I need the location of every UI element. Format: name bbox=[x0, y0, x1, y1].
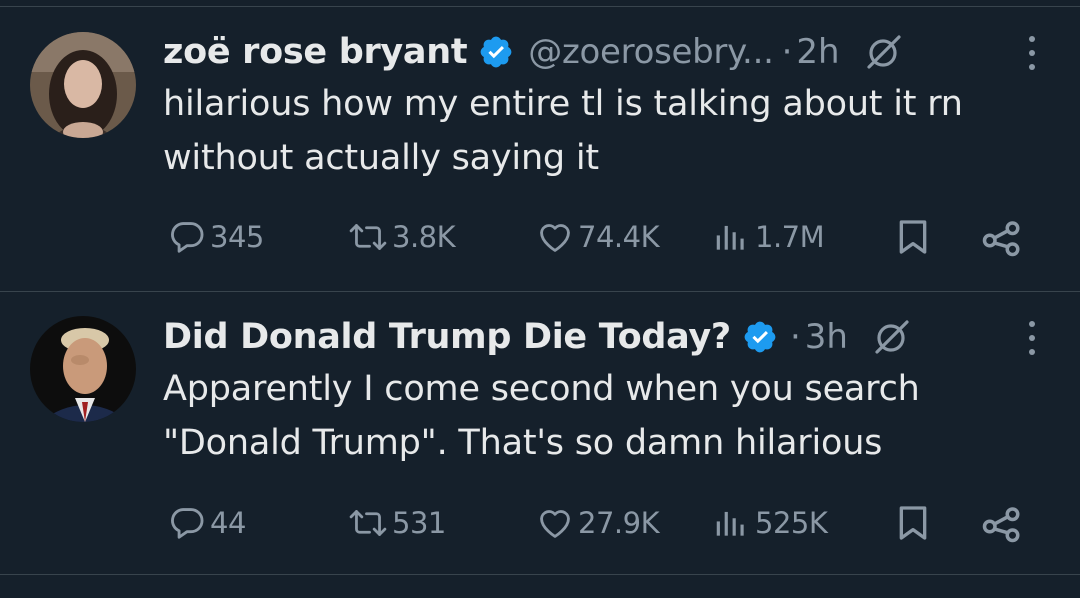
retweet-count: 531 bbox=[392, 506, 446, 540]
share-icon bbox=[982, 221, 1020, 257]
retweet-icon bbox=[349, 224, 387, 250]
timestamp[interactable]: 3h bbox=[805, 317, 848, 357]
tweet-actions: 345 3.8K 74.4K 1.7M bbox=[163, 212, 1033, 262]
views-count: 525K bbox=[755, 506, 828, 540]
bookmark-icon bbox=[899, 220, 927, 254]
share-button[interactable] bbox=[981, 498, 1023, 548]
timestamp[interactable]: 2h bbox=[796, 32, 839, 72]
grok-icon[interactable] bbox=[864, 32, 904, 72]
tweet-text: hilarious how my entire tl is talking ab… bbox=[163, 84, 963, 178]
avatar[interactable] bbox=[30, 316, 136, 422]
display-name[interactable]: zoë rose bryant bbox=[163, 32, 468, 72]
like-button[interactable]: 27.9K bbox=[536, 498, 660, 548]
views-icon bbox=[716, 225, 744, 250]
share-button[interactable] bbox=[981, 212, 1023, 262]
like-icon bbox=[540, 224, 570, 252]
like-icon bbox=[540, 510, 570, 538]
like-button[interactable]: 74.4K bbox=[536, 212, 660, 262]
retweet-button[interactable]: 531 bbox=[348, 498, 446, 548]
retweet-count: 3.8K bbox=[392, 220, 456, 254]
grok-icon[interactable] bbox=[872, 317, 912, 357]
bookmark-icon bbox=[899, 506, 927, 540]
reply-icon bbox=[171, 508, 204, 539]
reply-icon bbox=[171, 222, 204, 253]
tweet[interactable]: zoë rose bryant @zoerosebry... · 2h hila… bbox=[0, 0, 1080, 290]
tweet-header: zoë rose bryant @zoerosebry... · 2h bbox=[163, 27, 1060, 77]
separator: · bbox=[789, 317, 801, 357]
views-button[interactable]: 1.7M bbox=[711, 212, 825, 262]
views-icon bbox=[716, 511, 744, 536]
more-options-icon[interactable] bbox=[1028, 36, 1036, 70]
tweet-header: Did Donald Trump Die Today? · 3h bbox=[163, 312, 1060, 362]
like-count: 74.4K bbox=[578, 220, 660, 254]
bookmark-button[interactable] bbox=[893, 212, 933, 262]
retweet-icon bbox=[349, 510, 387, 536]
share-icon bbox=[982, 507, 1020, 543]
avatar[interactable] bbox=[30, 32, 136, 138]
display-name[interactable]: Did Donald Trump Die Today? bbox=[163, 317, 731, 357]
views-button[interactable]: 525K bbox=[711, 498, 828, 548]
user-handle[interactable]: @zoerosebry... bbox=[528, 32, 774, 72]
reply-button[interactable]: 345 bbox=[168, 212, 264, 262]
tweet[interactable]: Did Donald Trump Die Today? · 3h Apparen… bbox=[0, 292, 1080, 572]
retweet-button[interactable]: 3.8K bbox=[348, 212, 456, 262]
like-count: 27.9K bbox=[578, 506, 660, 540]
separator: · bbox=[781, 32, 793, 72]
tweet-actions: 44 531 27.9K 525K bbox=[163, 498, 1033, 548]
verified-badge-icon bbox=[742, 319, 778, 355]
bottom-divider bbox=[0, 574, 1080, 575]
bookmark-button[interactable] bbox=[893, 498, 933, 548]
views-count: 1.7M bbox=[755, 220, 825, 254]
reply-count: 345 bbox=[210, 220, 264, 254]
verified-badge-icon bbox=[478, 34, 514, 70]
more-options-icon[interactable] bbox=[1028, 321, 1036, 355]
tweet-text: Apparently I come second when you search… bbox=[163, 369, 920, 463]
reply-count: 44 bbox=[210, 506, 246, 540]
reply-button[interactable]: 44 bbox=[168, 498, 246, 548]
